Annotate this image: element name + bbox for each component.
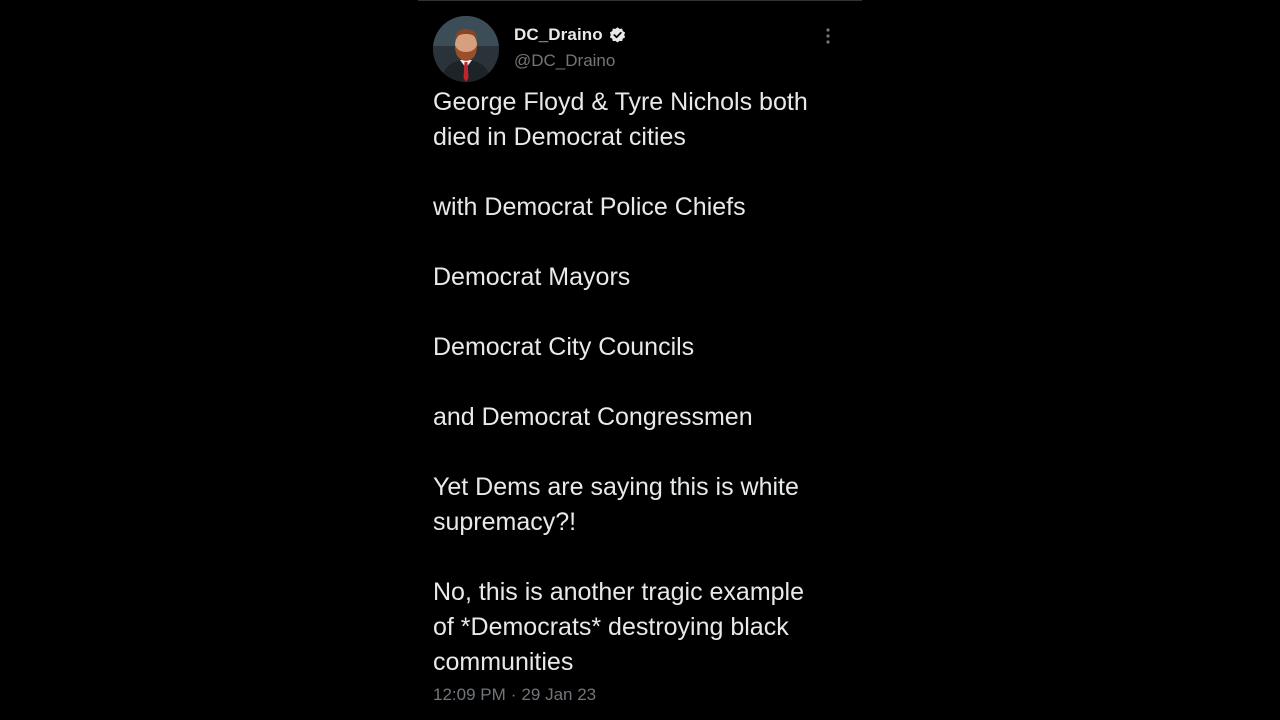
author-names: DC_Draino @DC_Draino [514, 24, 627, 71]
tweet-header: DC_Draino @DC_Draino [433, 16, 848, 82]
display-name[interactable]: DC_Draino [514, 25, 603, 45]
tweet-card: DC_Draino @DC_Draino George Floyd & Tyre… [418, 0, 862, 720]
display-name-row: DC_Draino [514, 24, 627, 46]
timestamp-separator: · [510, 685, 517, 704]
avatar-portrait-icon [433, 16, 499, 82]
verified-badge-icon [608, 26, 627, 45]
more-options-icon[interactable] [818, 26, 838, 46]
tweet-timestamp[interactable]: 12:09 PM · 29 Jan 23 [433, 685, 596, 705]
tweet-time: 12:09 PM [433, 685, 506, 704]
tweet-date: 29 Jan 23 [521, 685, 597, 704]
tweet-text: George Floyd & Tyre Nichols both died in… [433, 88, 808, 676]
avatar[interactable] [433, 16, 499, 82]
author-handle[interactable]: @DC_Draino [514, 51, 627, 71]
